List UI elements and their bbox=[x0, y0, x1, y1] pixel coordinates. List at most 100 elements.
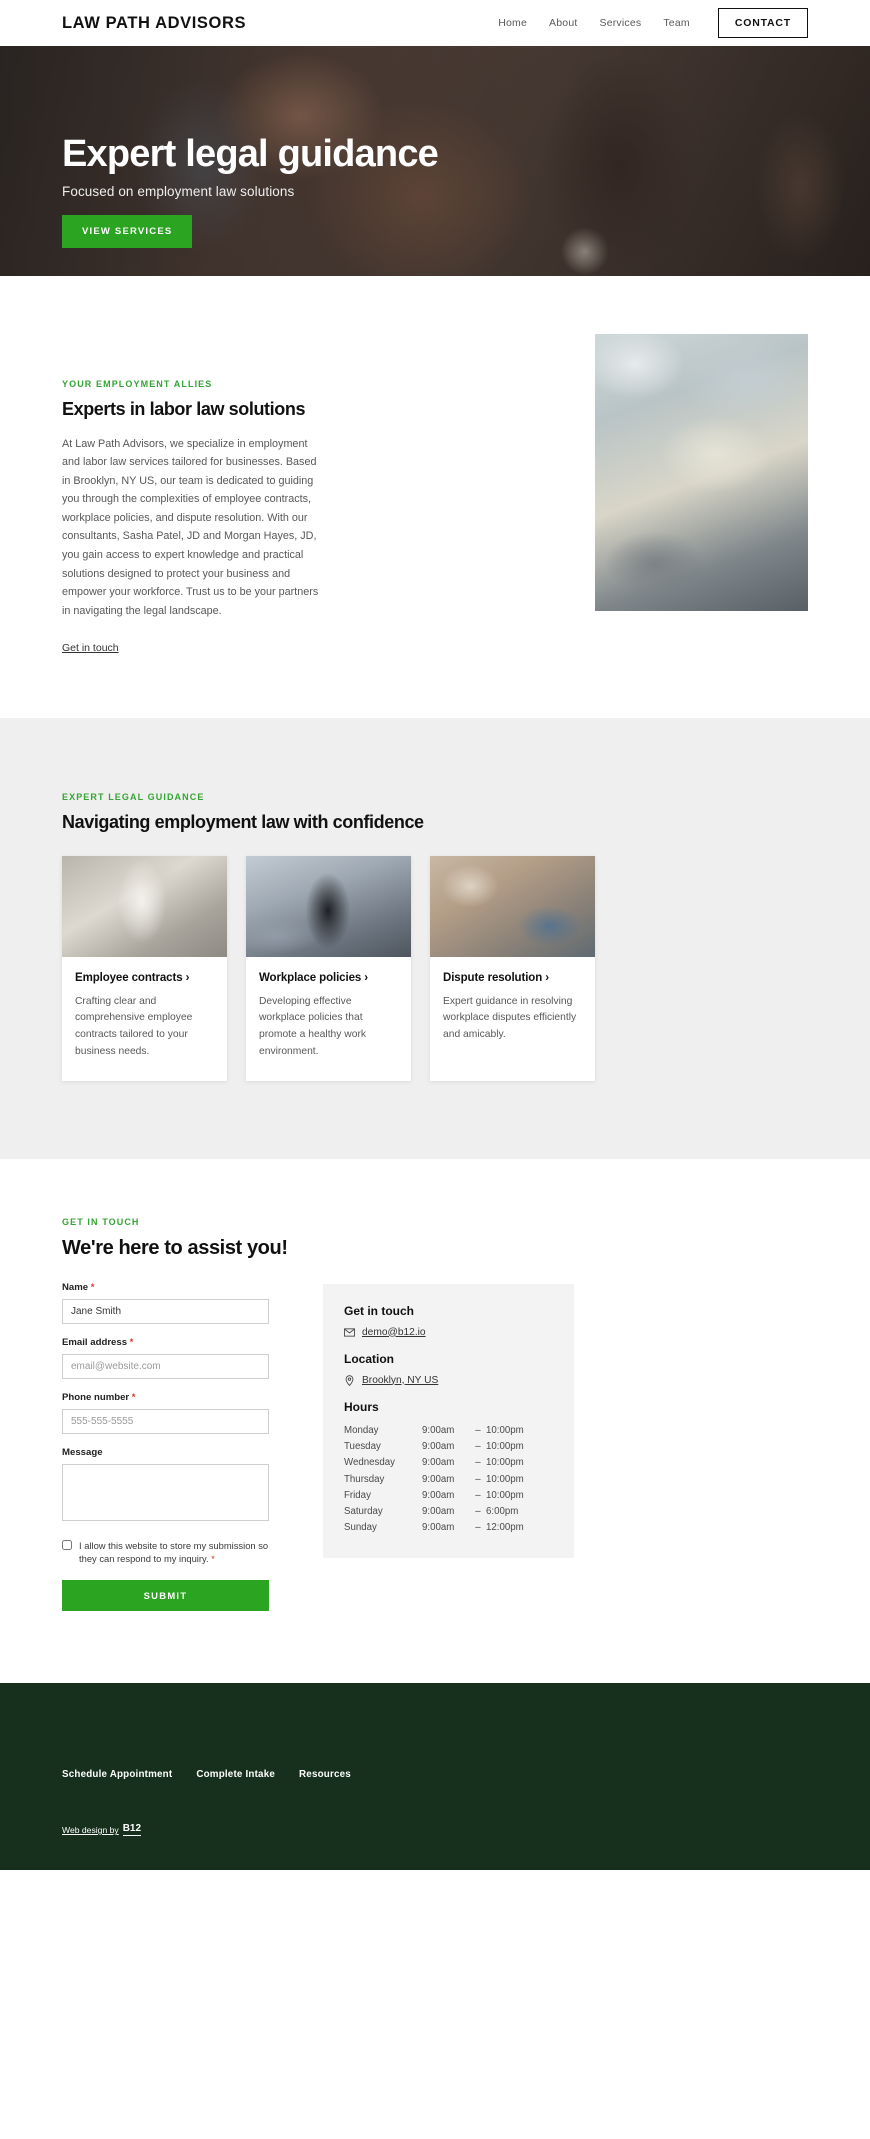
name-field-group: Name * bbox=[62, 1282, 269, 1324]
service-card[interactable]: Employee contracts › Crafting clear and … bbox=[62, 855, 227, 1081]
hero-content: Expert legal guidance Focused on employm… bbox=[0, 46, 870, 276]
contact-info-panel: Get in touch demo@b12.io Location Brookl… bbox=[323, 1283, 574, 1558]
hours-open: 9:00am bbox=[422, 1441, 455, 1453]
hours-day: Friday bbox=[344, 1489, 371, 1501]
about-image bbox=[595, 334, 808, 611]
hours-day: Thursday bbox=[344, 1473, 385, 1485]
hours-open: 9:00am bbox=[422, 1473, 455, 1485]
hours-day: Monday bbox=[344, 1425, 379, 1437]
about-text-column: YOUR EMPLOYMENT ALLIES Experts in labor … bbox=[62, 334, 324, 656]
hours-open: 9:00am bbox=[422, 1457, 455, 1469]
envelope-icon bbox=[344, 1327, 355, 1337]
about-eyebrow: YOUR EMPLOYMENT ALLIES bbox=[62, 379, 213, 389]
message-label: Message bbox=[62, 1447, 269, 1458]
brand-logo[interactable]: LAW PATH ADVISORS bbox=[62, 14, 246, 33]
consent-checkbox[interactable] bbox=[62, 1539, 72, 1550]
hero-section: Expert legal guidance Focused on employm… bbox=[0, 46, 870, 276]
phone-label: Phone number * bbox=[62, 1392, 269, 1403]
location-link[interactable]: Brooklyn, NY US bbox=[362, 1375, 438, 1386]
hours-dash: – bbox=[475, 1457, 481, 1469]
name-input[interactable] bbox=[62, 1298, 269, 1324]
hours-dash: – bbox=[475, 1489, 481, 1501]
message-label-text: Message bbox=[62, 1446, 103, 1458]
get-in-touch-link[interactable]: Get in touch bbox=[62, 642, 119, 654]
hours-day: Saturday bbox=[344, 1506, 383, 1518]
site-header: LAW PATH ADVISORS Home About Services Te… bbox=[0, 0, 870, 46]
hours-row: Tuesday 9:00am – 10:00pm bbox=[344, 1439, 553, 1455]
hero-title: Expert legal guidance bbox=[62, 133, 439, 176]
service-card-title[interactable]: Dispute resolution › bbox=[443, 972, 582, 984]
nav-item-home[interactable]: Home bbox=[498, 17, 527, 29]
hours-open: 9:00am bbox=[422, 1506, 455, 1518]
about-paragraph: At Law Path Advisors, we specialize in e… bbox=[62, 437, 319, 617]
nav-item-team[interactable]: Team bbox=[663, 17, 689, 29]
hours-dash: – bbox=[475, 1473, 481, 1485]
contact-heading: We're here to assist you! bbox=[62, 1236, 288, 1259]
hours-close: 10:00pm bbox=[486, 1457, 524, 1469]
view-services-button[interactable]: VIEW SERVICES bbox=[62, 215, 193, 248]
hours-dash: – bbox=[475, 1441, 481, 1453]
hours-close: 6:00pm bbox=[486, 1506, 519, 1518]
services-heading: Navigating employment law with confidenc… bbox=[62, 812, 424, 833]
consent-row: I allow this website to store my submiss… bbox=[62, 1539, 269, 1567]
required-marker: * bbox=[129, 1336, 134, 1347]
service-card[interactable]: Workplace policies › Developing effectiv… bbox=[246, 855, 411, 1081]
required-marker: * bbox=[90, 1281, 95, 1292]
hero-subtitle: Focused on employment law solutions bbox=[62, 184, 295, 199]
hours-close: 10:00pm bbox=[486, 1473, 524, 1485]
map-pin-icon bbox=[345, 1374, 354, 1386]
phone-label-text: Phone number bbox=[62, 1391, 130, 1403]
about-heading: Experts in labor law solutions bbox=[62, 399, 306, 419]
service-card-image bbox=[246, 855, 411, 957]
consent-text: I allow this website to store my submiss… bbox=[79, 1539, 269, 1565]
nav-item-services[interactable]: Services bbox=[599, 17, 641, 29]
contact-form: Name * Email address * Phone number * bbox=[62, 1282, 269, 1612]
contact-section: GET IN TOUCH We're here to assist you! N… bbox=[0, 1158, 870, 1684]
footer-navigation: Schedule Appointment Complete Intake Res… bbox=[62, 1769, 808, 1780]
message-textarea[interactable] bbox=[62, 1463, 269, 1521]
hours-day: Tuesday bbox=[344, 1441, 381, 1453]
hours-open: 9:00am bbox=[422, 1425, 455, 1437]
location-title: Location bbox=[344, 1351, 394, 1366]
service-card-title[interactable]: Workplace policies › bbox=[259, 972, 398, 984]
main-navigation: Home About Services Team CONTACT bbox=[498, 8, 808, 38]
email-label: Email address * bbox=[62, 1337, 269, 1348]
services-section: EXPERT LEGAL GUIDANCE Navigating employm… bbox=[0, 718, 870, 1159]
hours-row: Wednesday 9:00am – 10:00pm bbox=[344, 1455, 553, 1471]
credit-text: Web design by bbox=[62, 1825, 119, 1836]
name-label-text: Name bbox=[62, 1281, 89, 1293]
hours-table: Monday 9:00am – 10:00pm Tuesday 9:00am –… bbox=[344, 1423, 553, 1536]
phone-input[interactable] bbox=[62, 1408, 269, 1434]
email-input[interactable] bbox=[62, 1353, 269, 1379]
email-label-text: Email address bbox=[62, 1336, 128, 1348]
service-card-image bbox=[430, 855, 595, 957]
contact-button[interactable]: CONTACT bbox=[717, 8, 808, 38]
hours-dash: – bbox=[475, 1522, 481, 1534]
nav-item-about[interactable]: About bbox=[549, 17, 577, 29]
services-eyebrow: EXPERT LEGAL GUIDANCE bbox=[62, 792, 205, 803]
hours-row: Saturday 9:00am – 6:00pm bbox=[344, 1503, 553, 1519]
service-card-title[interactable]: Employee contracts › bbox=[75, 972, 214, 984]
hours-open: 9:00am bbox=[422, 1522, 455, 1534]
hours-close: 10:00pm bbox=[486, 1441, 524, 1453]
hours-dash: – bbox=[475, 1425, 481, 1437]
footer-credit[interactable]: Web design by B12 bbox=[62, 1824, 808, 1837]
service-card-text: Developing effective workplace policies … bbox=[259, 995, 367, 1057]
required-marker: * bbox=[131, 1391, 136, 1402]
service-card[interactable]: Dispute resolution › Expert guidance in … bbox=[430, 855, 595, 1081]
service-card-text: Crafting clear and comprehensive employe… bbox=[75, 995, 193, 1057]
message-field-group: Message bbox=[62, 1447, 269, 1526]
footer-link-resources[interactable]: Resources bbox=[299, 1769, 351, 1780]
phone-field-group: Phone number * bbox=[62, 1392, 269, 1434]
hours-row: Friday 9:00am – 10:00pm bbox=[344, 1487, 553, 1503]
services-card-list: Employee contracts › Crafting clear and … bbox=[62, 855, 808, 1081]
required-marker: * bbox=[211, 1554, 215, 1565]
submit-button[interactable]: SUBMIT bbox=[62, 1580, 269, 1612]
email-link[interactable]: demo@b12.io bbox=[362, 1327, 426, 1338]
service-card-image bbox=[62, 855, 227, 957]
footer-link-complete-intake[interactable]: Complete Intake bbox=[196, 1769, 275, 1780]
footer-link-schedule-appointment[interactable]: Schedule Appointment bbox=[62, 1769, 172, 1780]
hours-close: 12:00pm bbox=[486, 1522, 524, 1534]
location-row: Brooklyn, NY US bbox=[344, 1375, 553, 1386]
email-row: demo@b12.io bbox=[344, 1327, 553, 1338]
